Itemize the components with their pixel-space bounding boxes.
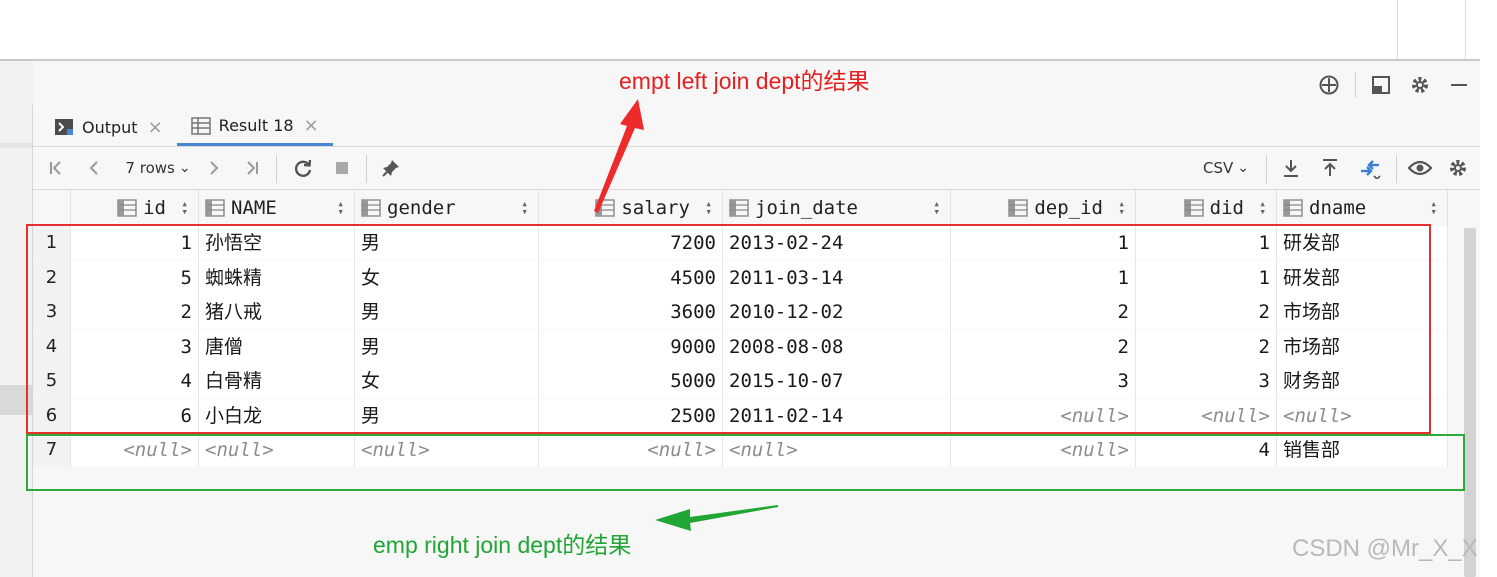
- annotation-arrows: [594, 99, 778, 531]
- red-arrow-icon: [594, 99, 644, 213]
- watermark: CSDN @Mr_X_X: [1292, 535, 1478, 562]
- green-arrow-icon: [655, 505, 778, 531]
